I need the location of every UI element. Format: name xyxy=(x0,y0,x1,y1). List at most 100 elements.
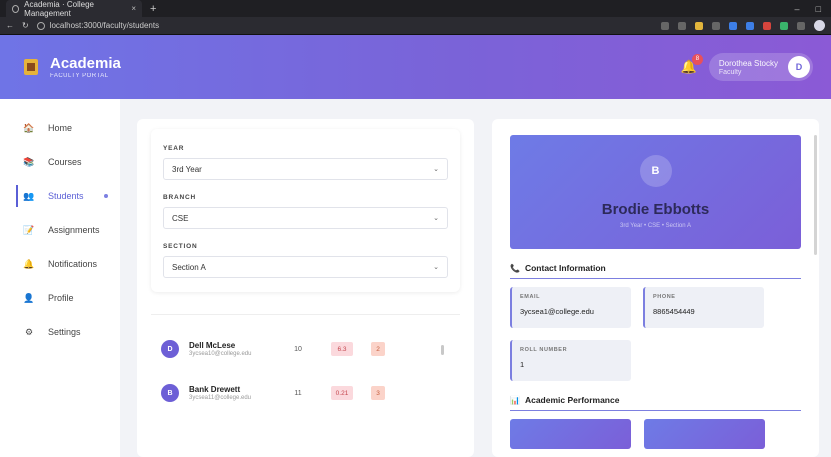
sidebar-item-students[interactable]: 👥 Students xyxy=(0,179,120,213)
student-list: D Dell McLese 3ycsea10@college.edu 10 6.… xyxy=(151,314,460,415)
sidebar-item-home[interactable]: 🏠 Home xyxy=(0,111,120,145)
notification-bell-icon[interactable]: 🔔 8 xyxy=(681,54,703,75)
year-label: YEAR xyxy=(163,145,185,152)
section-select[interactable]: Section A ⌄ xyxy=(163,256,448,278)
email-value: 3ycsea1@college.edu xyxy=(520,307,594,316)
section-value: Section A xyxy=(172,262,206,272)
sidebar-item-profile[interactable]: 👤 Profile xyxy=(0,281,120,315)
user-icon: 👤 xyxy=(23,292,35,303)
filter-card: YEAR 3rd Year ⌄ BRANCH CSE ⌄ SECTION Sec… xyxy=(151,129,460,292)
brand-title: Academia xyxy=(50,54,121,72)
year-select[interactable]: 3rd Year ⌄ xyxy=(163,158,448,180)
info-icon xyxy=(36,21,45,30)
new-tab-button[interactable]: + xyxy=(150,3,156,15)
maximize-icon[interactable]: □ xyxy=(816,4,821,14)
browser-tabbar: Academia · College Management × + – □ xyxy=(0,0,831,18)
scrollbar[interactable] xyxy=(441,345,444,355)
window-controls: – □ xyxy=(795,4,831,14)
browser-toolbar xyxy=(661,20,825,31)
performance-card xyxy=(644,419,765,449)
chart-icon: 📊 xyxy=(510,395,520,405)
student-gpa-badge: 6.3 xyxy=(331,342,353,356)
sidebar-item-label: Notifications xyxy=(48,259,98,269)
brand-subtitle: FACULTY PORTAL xyxy=(50,72,109,79)
active-indicator xyxy=(104,194,108,198)
branch-value: CSE xyxy=(172,213,189,223)
phone-label: PHONE xyxy=(653,294,676,300)
list-item[interactable]: D Dell McLese 3ycsea10@college.edu 10 6.… xyxy=(151,327,460,371)
student-avatar: B xyxy=(161,384,179,402)
user-menu[interactable]: Dorothea Stocky Faculty D xyxy=(708,53,813,81)
browser-profile-icon[interactable] xyxy=(814,20,825,31)
list-item[interactable]: B Bank Drewett 3ycsea11@college.edu 11 0… xyxy=(151,371,460,415)
branch-select[interactable]: CSE ⌄ xyxy=(163,207,448,229)
extension-icon[interactable] xyxy=(712,21,720,30)
globe-icon xyxy=(12,4,20,13)
sidebar-item-label: Settings xyxy=(48,327,81,337)
student-roll: 11 xyxy=(294,389,302,397)
sidebar-item-notifications[interactable]: 🔔 Notifications xyxy=(0,247,120,281)
extension-icon[interactable] xyxy=(729,21,737,30)
sidebar: 🏠 Home 📚 Courses 👥 Students 📝 Assignment… xyxy=(0,99,120,457)
reload-icon[interactable]: ↻ xyxy=(22,21,29,30)
performance-section-title: 📊 Academic Performance xyxy=(510,395,801,411)
phone-card: PHONE 8865454449 xyxy=(643,287,764,328)
url-text: localhost:3000/faculty/students xyxy=(49,21,160,30)
browser-tab[interactable]: Academia · College Management × xyxy=(6,0,142,18)
performance-title: Academic Performance xyxy=(524,395,620,405)
sidebar-item-courses[interactable]: 📚 Courses xyxy=(0,145,120,179)
brand[interactable]: Academia FACULTY PORTAL xyxy=(24,56,121,79)
search-icon[interactable] xyxy=(661,21,669,30)
sidebar-item-label: Courses xyxy=(48,157,82,167)
student-gpa-badge: 0.21 xyxy=(331,386,353,400)
back-icon[interactable]: ← xyxy=(6,21,14,30)
student-count-badge: 2 xyxy=(371,342,385,356)
roll-number-value: 1 xyxy=(520,360,525,369)
sidebar-item-label: Assignments xyxy=(48,225,100,235)
roll-number-card: ROLL NUMBER 1 xyxy=(510,340,631,381)
year-value: 3rd Year xyxy=(172,164,202,174)
extension-icon[interactable] xyxy=(780,21,788,30)
menu-icon[interactable] xyxy=(797,21,805,30)
sidebar-item-label: Students xyxy=(48,191,84,201)
tab-title: Academia · College Management xyxy=(24,0,94,18)
assignment-icon: 📝 xyxy=(23,224,35,235)
user-name: Dorothea Stocky xyxy=(718,58,778,68)
books-icon: 📚 xyxy=(23,156,35,167)
sidebar-item-settings[interactable]: ⚙ Settings xyxy=(0,315,120,349)
sidebar-item-assignments[interactable]: 📝 Assignments xyxy=(0,213,120,247)
home-icon: 🏠 xyxy=(23,122,35,133)
contact-grid: EMAIL 3ycsea1@college.edu PHONE 88654544… xyxy=(510,287,801,381)
email-label: EMAIL xyxy=(520,294,541,300)
college-logo-icon xyxy=(24,59,38,75)
student-name: Dell McLese xyxy=(189,341,236,350)
performance-card xyxy=(510,419,631,449)
browser-addressbar: ← ↻ localhost:3000/faculty/students xyxy=(0,17,831,35)
student-detail-name: Brodie Ebbotts xyxy=(601,201,710,218)
gear-icon: ⚙ xyxy=(24,326,34,337)
sidebar-item-label: Home xyxy=(48,123,73,133)
contact-section-title: 📞 Contact Information xyxy=(510,263,801,279)
student-avatar: D xyxy=(161,340,179,358)
url-bar[interactable]: localhost:3000/faculty/students xyxy=(36,21,160,30)
avatar: B xyxy=(639,155,672,187)
profile-banner: B Brodie Ebbotts 3rd Year • CSE • Sectio… xyxy=(510,135,801,249)
bell-icon: 🔔 xyxy=(23,258,35,269)
contact-title: Contact Information xyxy=(524,263,606,273)
student-name: Bank Drewett xyxy=(189,385,241,394)
student-panel: YEAR 3rd Year ⌄ BRANCH CSE ⌄ SECTION Sec… xyxy=(137,119,474,457)
scrollbar[interactable] xyxy=(814,135,817,255)
chevron-down-icon: ⌄ xyxy=(433,264,439,271)
tab-close-button[interactable]: × xyxy=(131,4,136,13)
section-label: SECTION xyxy=(163,243,198,250)
chevron-down-icon: ⌄ xyxy=(433,166,439,173)
extension-icon[interactable] xyxy=(695,21,703,30)
extension-icon[interactable] xyxy=(763,21,771,30)
star-icon[interactable] xyxy=(678,21,686,30)
minimize-icon[interactable]: – xyxy=(795,4,800,14)
students-icon: 👥 xyxy=(23,190,35,201)
student-count-badge: 3 xyxy=(371,386,385,400)
extension-icon[interactable] xyxy=(746,21,754,30)
student-detail-panel: B Brodie Ebbotts 3rd Year • CSE • Sectio… xyxy=(492,119,819,457)
user-role: Faculty xyxy=(718,68,742,76)
